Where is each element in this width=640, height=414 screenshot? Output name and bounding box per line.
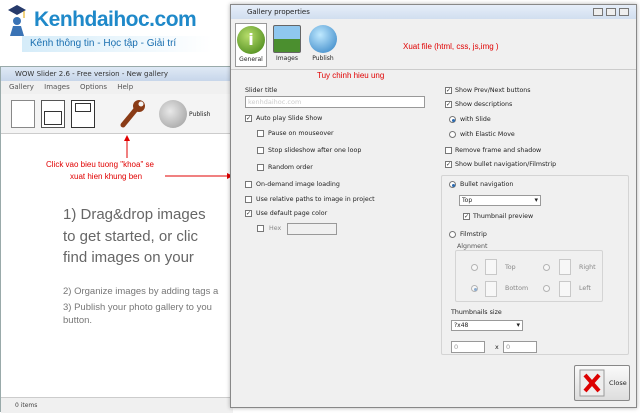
tab-images-label: Images: [276, 55, 298, 62]
relative-paths-label: Use relative paths to image in project: [256, 196, 375, 203]
remove-frame-label: Remove frame and shadow: [455, 147, 542, 154]
pause-mouseover-label: Pause on mouseover: [268, 130, 334, 137]
hex-label: Hex: [269, 225, 282, 232]
align-left-label: Left: [579, 285, 591, 292]
close-x-icon: [579, 369, 605, 397]
stop-loop-checkbox[interactable]: [257, 147, 264, 154]
hex-checkbox[interactable]: [257, 225, 264, 232]
random-order-label: Random order: [268, 164, 313, 171]
tab-publish-label: Publish: [312, 55, 334, 62]
close-window-button[interactable]: [619, 8, 629, 16]
auto-play-checkbox[interactable]: ✓: [245, 115, 252, 122]
with-slide-label: with Slide: [460, 116, 491, 123]
minimize-button[interactable]: [593, 8, 603, 16]
with-elastic-radio[interactable]: [449, 131, 456, 138]
auto-play-label: Auto play Slide Show: [256, 115, 323, 122]
align-right-radio[interactable]: [543, 264, 550, 271]
tab-images[interactable]: Images: [271, 23, 303, 67]
annotation-tuy-chinh: Tuy chinh hieu ung: [317, 71, 385, 80]
remove-frame-checkbox[interactable]: [445, 147, 452, 154]
close-button[interactable]: Close: [574, 365, 630, 401]
bullet-nav-radio[interactable]: [449, 181, 456, 188]
tab-divider: [231, 69, 636, 70]
slider-title-input[interactable]: kenhdaihoc.com: [245, 96, 425, 108]
show-desc-label: Show descriptions: [455, 101, 513, 108]
align-right-thumb: [559, 259, 571, 275]
gallery-properties-dialog: Gallery properties i General Images Publ…: [230, 4, 637, 408]
align-bottom-radio[interactable]: [471, 285, 478, 292]
show-bullet-checkbox[interactable]: ✓: [445, 161, 452, 168]
thumb-size-select[interactable]: ?x48: [451, 320, 523, 331]
tab-publish[interactable]: Publish: [307, 23, 339, 67]
align-left-radio[interactable]: [543, 285, 550, 292]
bullet-nav-label: Bullet navigation: [460, 181, 514, 188]
align-top-radio[interactable]: [471, 264, 478, 271]
align-right-label: Right: [579, 264, 596, 271]
filmstrip-label: Filmstrip: [460, 231, 487, 238]
align-top-label: Top: [505, 264, 516, 271]
thumb-preview-checkbox[interactable]: ✓: [463, 213, 470, 220]
hex-input[interactable]: [287, 223, 337, 235]
tab-general-label: General: [239, 56, 263, 63]
random-order-checkbox[interactable]: [257, 164, 264, 171]
show-prevnext-checkbox[interactable]: ✓: [445, 87, 452, 94]
with-elastic-label: with Elastic Move: [460, 131, 515, 138]
globe-icon: [309, 25, 337, 53]
on-demand-label: On-demand image loading: [256, 181, 340, 188]
tab-general[interactable]: i General: [235, 23, 267, 67]
default-color-checkbox[interactable]: ✓: [245, 210, 252, 217]
close-label: Close: [609, 379, 627, 387]
alignment-label: Algnment: [457, 243, 488, 250]
thumb-x-separator: x: [495, 344, 499, 351]
align-bottom-label: Bottom: [505, 285, 529, 292]
show-prevnext-label: Show Prev/Next buttons: [455, 87, 531, 94]
pause-mouseover-checkbox[interactable]: [257, 130, 264, 137]
on-demand-checkbox[interactable]: [245, 181, 252, 188]
dialog-title: Gallery properties: [231, 5, 636, 19]
align-left-thumb: [559, 281, 571, 297]
with-slide-radio[interactable]: [449, 116, 456, 123]
stop-loop-label: Stop slideshow after one loop: [268, 147, 362, 154]
align-bottom-thumb: [485, 281, 497, 297]
show-bullet-label: Show bullet navigation/Filmstrip: [455, 161, 557, 168]
show-desc-checkbox[interactable]: ✓: [445, 101, 452, 108]
image-icon: [273, 25, 301, 53]
alignment-group: [455, 250, 603, 302]
relative-paths-checkbox[interactable]: [245, 196, 252, 203]
annotation-xuat-file: Xuat file (html, css, js,img ): [403, 42, 499, 51]
maximize-button[interactable]: [606, 8, 616, 16]
thumb-width-input[interactable]: 0: [451, 341, 485, 353]
thumb-height-input[interactable]: 0: [503, 341, 537, 353]
info-icon: i: [237, 26, 265, 54]
thumb-size-label: Thumbnails size: [451, 309, 502, 316]
default-color-label: Use default page color: [256, 210, 328, 217]
align-top-thumb: [485, 259, 497, 275]
bullet-position-select[interactable]: Top: [459, 195, 541, 206]
filmstrip-radio[interactable]: [449, 231, 456, 238]
thumb-preview-label: Thumbnail preview: [473, 213, 534, 220]
slider-title-label: Slider title: [245, 87, 278, 94]
